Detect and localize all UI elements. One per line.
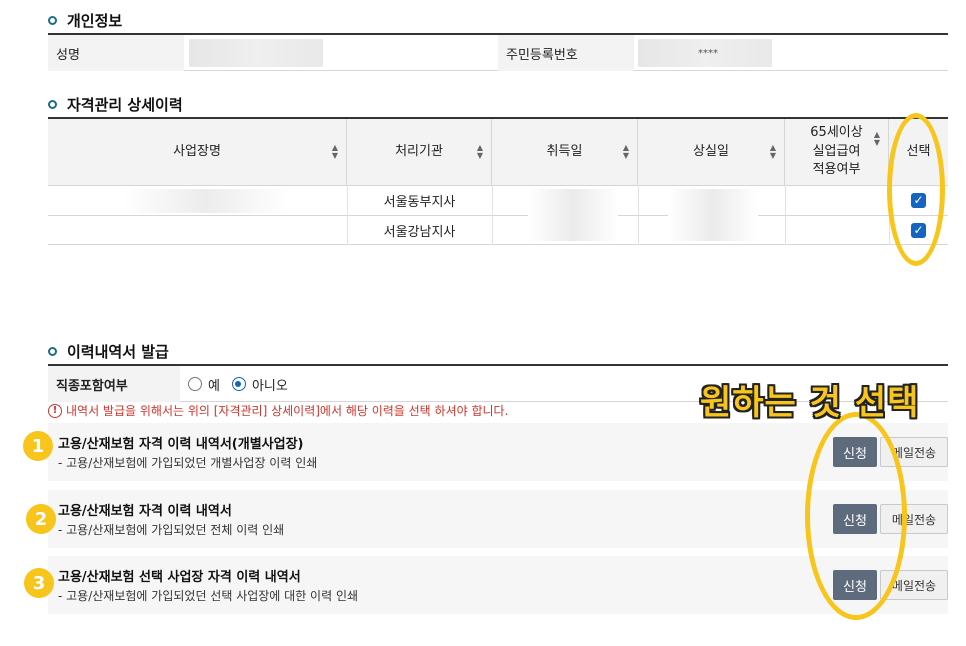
job-type-label: 직종포함여부	[48, 366, 180, 402]
sort-icon[interactable]: ▲ ▼	[770, 144, 776, 160]
acquired-redacted	[528, 189, 618, 241]
job-type-radio-group: 예 아니오	[188, 366, 288, 402]
lost-redacted	[668, 189, 758, 241]
col-header-lost[interactable]: 상실일 ▲ ▼	[638, 119, 785, 185]
detail-history-table: 사업장명 ▲ ▼ 처리기관 ▲ ▼ 취득일 ▲ ▼ 상실일 ▲ ▼ 65세이상 실업급여…	[48, 117, 948, 245]
document-desc: - 고용/산재보험에 가입되었던 선택 사업장에 대한 이력 인쇄	[58, 589, 359, 603]
radio-yes[interactable]	[188, 377, 202, 391]
annotation-oval-apply	[805, 412, 907, 620]
number-badge-1: 1	[23, 431, 53, 461]
radio-yes-label: 예	[208, 378, 220, 394]
sort-icon[interactable]: ▲ ▼	[477, 144, 483, 160]
section-title-personal: 개인정보	[48, 10, 122, 31]
document-title: 고용/산재보험 자격 이력 내역서	[58, 504, 232, 519]
bullet-icon	[48, 347, 57, 356]
bullet-icon	[48, 100, 57, 109]
personal-info-table: 성명 주민등록번호 ****	[48, 33, 948, 71]
col-header-over65[interactable]: 65세이상 실업급여 적용여부 ▲ ▼	[785, 119, 889, 185]
annotation-text: 원하는 것 선택	[700, 383, 920, 423]
document-desc: - 고용/산재보험에 가입되었던 전체 이력 인쇄	[58, 523, 285, 537]
agency-cell: 서울동부지사	[383, 194, 456, 210]
rrn-label: 주민등록번호	[498, 35, 634, 71]
document-title: 고용/산재보험 선택 사업장 자격 이력 내역서	[58, 570, 301, 585]
document-title: 고용/산재보험 자격 이력 내역서(개별사업장)	[58, 437, 304, 452]
annotation-oval-select	[887, 113, 945, 266]
section-title-issuance: 이력내역서 발급	[48, 341, 169, 362]
name-label: 성명	[48, 35, 184, 71]
document-desc: - 고용/산재보험에 가입되었던 개별사업장 이력 인쇄	[58, 456, 318, 470]
col-header-workplace[interactable]: 사업장명 ▲ ▼	[48, 119, 347, 185]
number-badge-3: 3	[24, 568, 54, 598]
sort-icon[interactable]: ▲ ▼	[623, 144, 629, 160]
sort-icon[interactable]: ▲ ▼	[332, 144, 338, 160]
section-title-detail: 자격관리 상세이력	[48, 94, 183, 115]
radio-no-label: 아니오	[251, 378, 288, 394]
number-badge-2: 2	[26, 504, 56, 534]
col-header-acquired[interactable]: 취득일 ▲ ▼	[492, 119, 638, 185]
exclamation-icon: !	[48, 403, 62, 418]
warning-message: ! 내역서 발급을 위해서는 위의 [자격관리] 상세이력]에서 해당 이력을 …	[48, 402, 508, 419]
workplace-redacted	[123, 189, 288, 213]
col-header-agency[interactable]: 처리기관 ▲ ▼	[347, 119, 492, 185]
radio-no[interactable]	[231, 377, 246, 391]
name-value-redacted	[189, 39, 323, 67]
rrn-value: ****	[698, 47, 718, 59]
agency-cell: 서울강남지사	[383, 224, 456, 240]
bullet-icon	[48, 16, 57, 25]
sort-icon[interactable]: ▲ ▼	[874, 131, 880, 147]
